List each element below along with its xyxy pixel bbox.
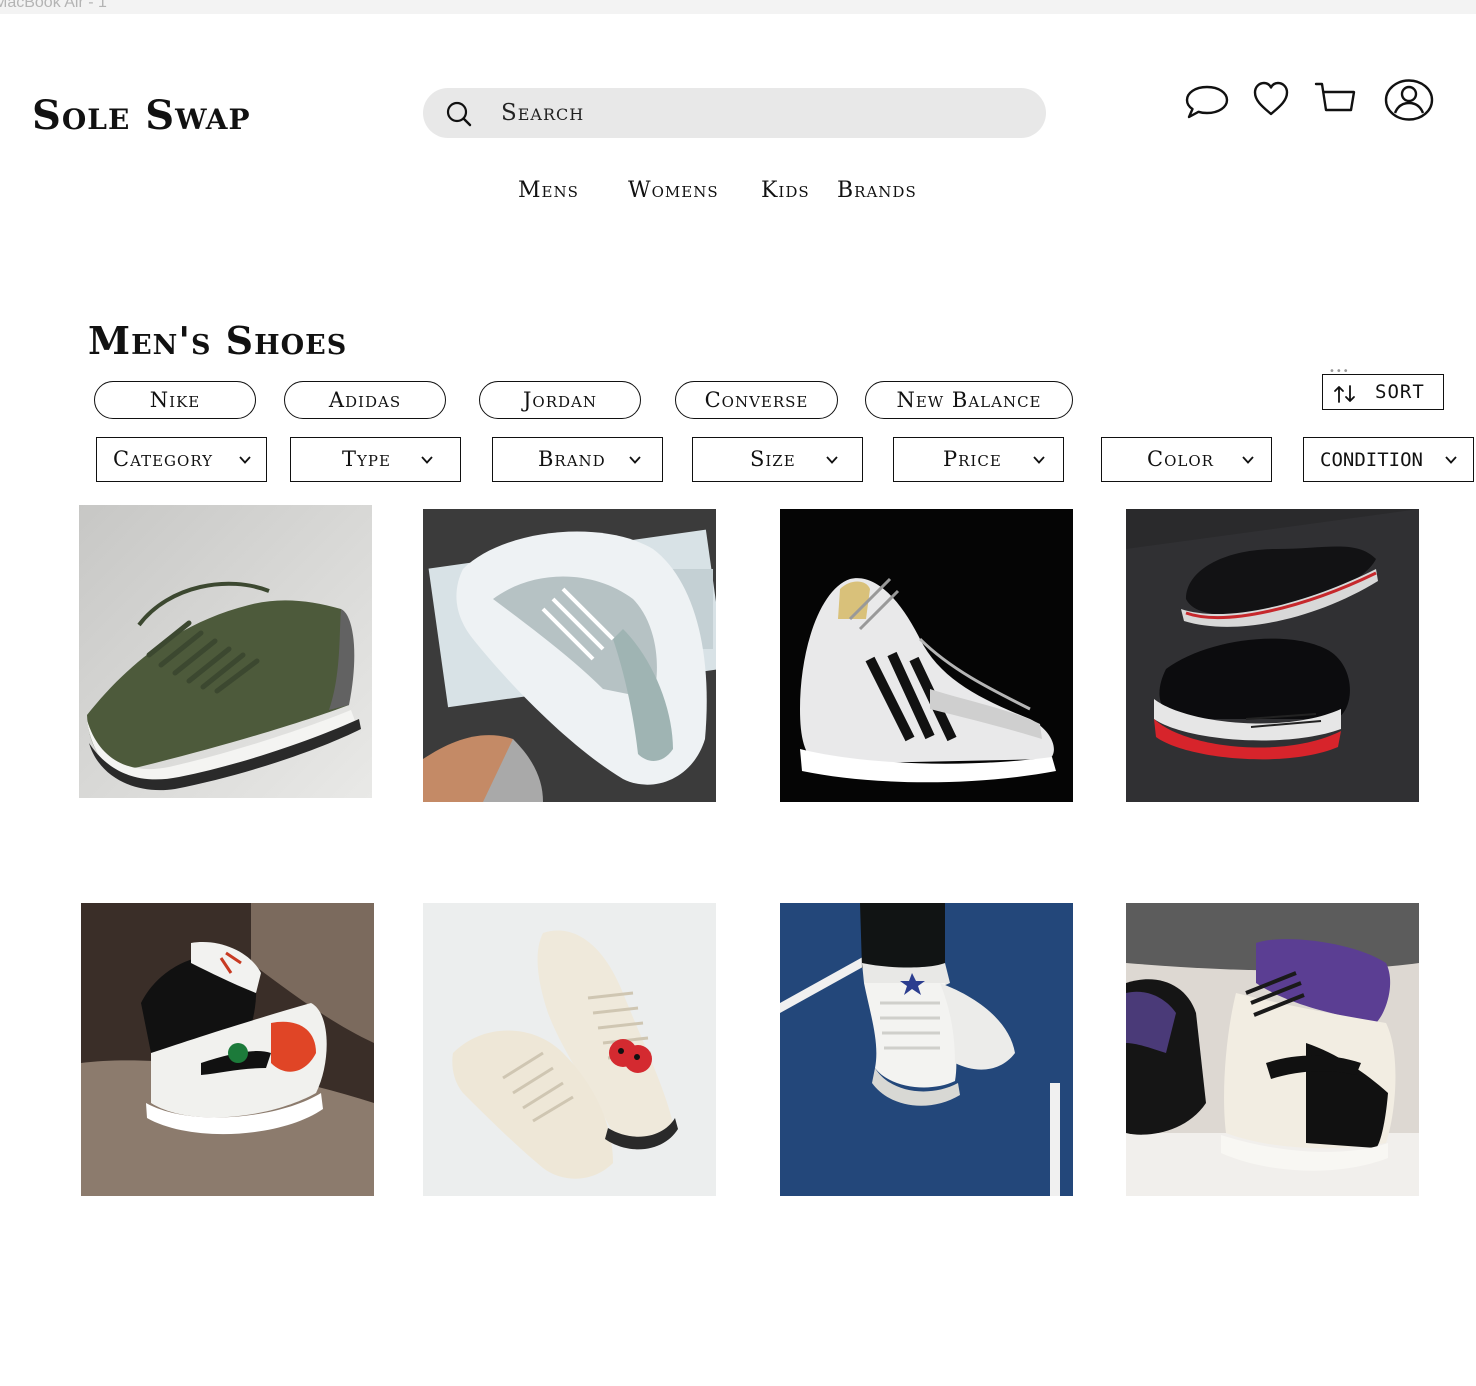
filter-dropdown-color[interactable]: Color — [1101, 437, 1272, 482]
brand-chip-nike[interactable]: Nike — [94, 381, 256, 419]
brand-chip-jordan[interactable]: Jordan — [479, 381, 641, 419]
product-image-olive-sneaker — [79, 505, 372, 798]
product-image-converse-high-white — [780, 903, 1073, 1196]
nav-item-mens[interactable]: Mens — [518, 178, 579, 203]
brand-logo[interactable]: Sole Swap — [32, 92, 251, 139]
search-input[interactable] — [501, 97, 1021, 129]
product-card[interactable] — [423, 903, 716, 1196]
chevron-down-icon — [629, 456, 641, 464]
filter-dropdown-price[interactable]: Price — [893, 437, 1064, 482]
sort-button[interactable]: ••• SORT — [1322, 366, 1444, 410]
chat-bubble-icon[interactable] — [1184, 84, 1230, 120]
product-card[interactable] — [81, 903, 374, 1196]
filter-label: Type — [342, 447, 391, 471]
page-title: Men's Shoes — [88, 318, 348, 363]
product-image-converse-cdg — [423, 903, 716, 1196]
brand-chip-new-balance[interactable]: New Balance — [865, 381, 1073, 419]
product-image-adidas-superstar — [780, 509, 1073, 802]
sort-arrows-icon — [1334, 385, 1355, 403]
chevron-down-icon — [421, 456, 433, 464]
nav-item-brands[interactable]: Brands — [837, 178, 917, 203]
nav-item-womens[interactable]: Womens — [628, 178, 719, 203]
chevron-down-icon — [1242, 456, 1254, 464]
nav-item-kids[interactable]: Kids — [761, 178, 810, 203]
product-card[interactable] — [79, 505, 372, 798]
product-image-jordan-11 — [1126, 509, 1419, 802]
filter-dropdown-brand[interactable]: Brand — [492, 437, 663, 482]
search-bar[interactable] — [423, 88, 1046, 138]
chevron-down-icon — [826, 456, 838, 464]
product-card[interactable] — [780, 903, 1073, 1196]
product-card[interactable] — [1126, 903, 1419, 1196]
filter-dropdown-size[interactable]: Size — [692, 437, 863, 482]
sort-label: SORT — [1375, 381, 1425, 403]
brand-chip-adidas[interactable]: Adidas — [284, 381, 446, 419]
chevron-down-icon — [1033, 456, 1045, 464]
filter-label: Category — [113, 447, 214, 471]
window-title: MacBook Air - 1 — [0, 0, 107, 11]
search-icon — [446, 101, 472, 127]
drag-handle-icon: ••• — [1329, 366, 1350, 377]
user-avatar-icon[interactable] — [1384, 78, 1434, 122]
heart-icon[interactable] — [1252, 80, 1290, 118]
filter-label: Price — [943, 447, 1002, 471]
product-image-jordan-1-court-purple — [1126, 903, 1419, 1196]
filter-label: Brand — [538, 447, 606, 471]
brand-chip-converse[interactable]: Converse — [675, 381, 838, 419]
filter-dropdown-type[interactable]: Type — [290, 437, 461, 482]
filter-dropdown-condition[interactable]: CONDITION — [1303, 437, 1474, 482]
filter-label: CONDITION — [1320, 449, 1423, 471]
window-title-bar: MacBook Air - 1 — [0, 0, 1476, 14]
cart-icon[interactable] — [1313, 80, 1357, 118]
filter-label: Size — [750, 447, 796, 471]
chevron-down-icon — [239, 456, 251, 464]
product-image-jordan-1-mid — [81, 903, 374, 1196]
product-image-white-runner — [423, 509, 716, 802]
product-card[interactable] — [1126, 509, 1419, 802]
filter-label: Color — [1147, 447, 1214, 471]
chevron-down-icon — [1445, 456, 1457, 464]
product-card[interactable] — [780, 509, 1073, 802]
product-card[interactable] — [423, 509, 716, 802]
filter-dropdown-category[interactable]: Category — [96, 437, 267, 482]
